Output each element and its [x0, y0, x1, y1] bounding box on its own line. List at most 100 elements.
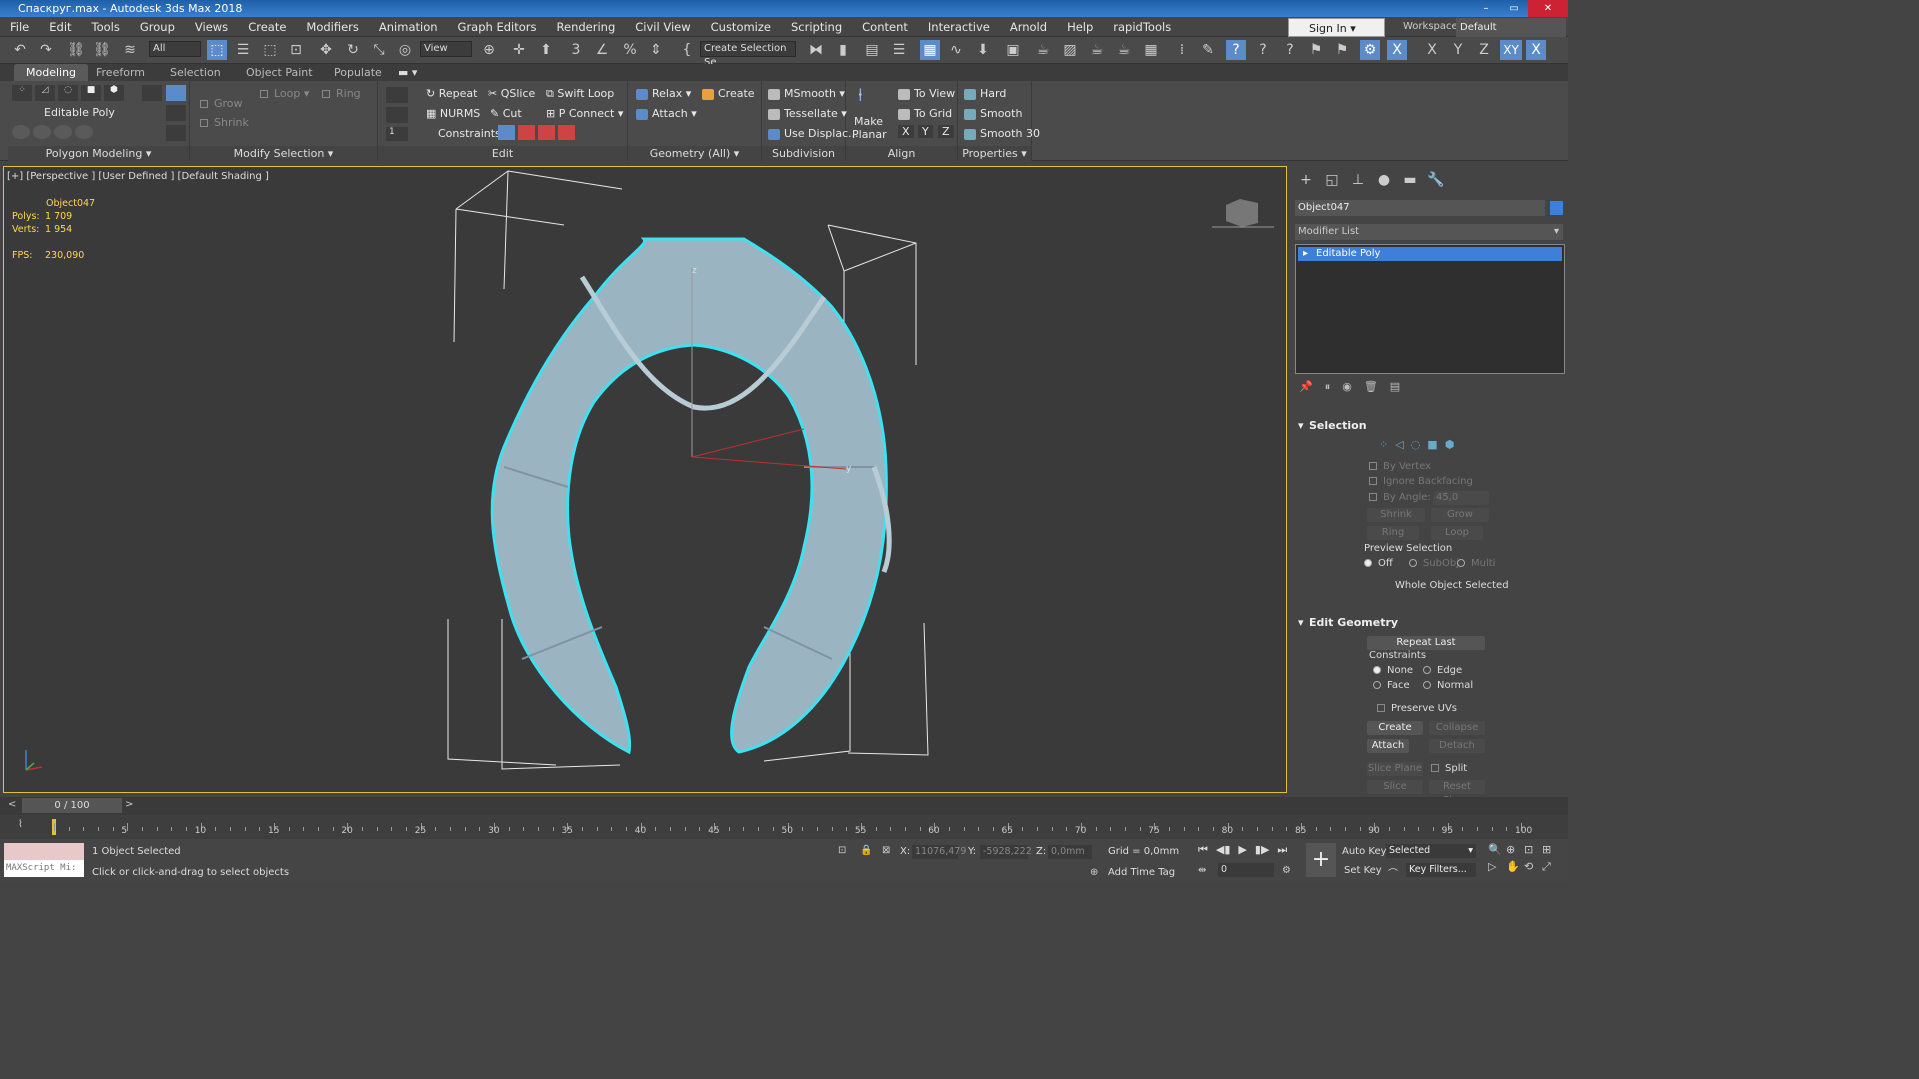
- placement-icon[interactable]: ◎: [395, 40, 415, 60]
- attach-button-panel[interactable]: Attach: [1367, 739, 1409, 753]
- tessellate-button[interactable]: Tessellate ▾: [768, 107, 847, 120]
- nurms-button[interactable]: ▦ NURMS: [426, 107, 480, 120]
- poly-tool-4-icon[interactable]: [75, 125, 93, 139]
- loop-button-panel[interactable]: Loop: [1431, 526, 1483, 540]
- align-z-button[interactable]: Z: [938, 125, 954, 138]
- default-in-out-tangents-icon[interactable]: ⌒: [1388, 865, 1398, 880]
- edit-geometry-rollout-header[interactable]: ▾ Edit Geometry: [1295, 615, 1563, 631]
- lifebuoy-object[interactable]: [490, 237, 892, 755]
- by-angle-checkbox[interactable]: By Angle:: [1369, 492, 1431, 503]
- show-end-result-icon[interactable]: ⏸: [1325, 380, 1331, 394]
- collapse-button[interactable]: Collapse: [1429, 721, 1485, 735]
- poly-tool-3-icon[interactable]: [54, 125, 72, 139]
- edge-mode-icon[interactable]: ◿: [35, 85, 55, 101]
- select-object-icon[interactable]: ⬚: [207, 40, 227, 60]
- tab-freeform[interactable]: Freeform: [96, 64, 145, 81]
- unlink-icon[interactable]: ⛓: [92, 40, 112, 60]
- attach-button[interactable]: Attach ▾: [636, 107, 697, 120]
- planar-label[interactable]: Planar: [852, 128, 887, 141]
- preserve-uvs-checkbox[interactable]: Preserve UVs: [1377, 703, 1457, 714]
- prev-frame-arrow-icon[interactable]: <: [8, 799, 16, 810]
- axis-xy-cycle-icon[interactable]: X: [1526, 40, 1546, 60]
- poly-tool-1-icon[interactable]: [12, 125, 30, 139]
- angle-snap-icon[interactable]: ∠: [592, 40, 612, 60]
- absolute-mode-icon[interactable]: ⊠: [882, 845, 890, 856]
- ribbon-options-icon[interactable]: ▬ ▾: [398, 64, 417, 81]
- axis-x-icon[interactable]: X: [1422, 40, 1442, 60]
- tab-populate[interactable]: Populate: [334, 64, 382, 81]
- element-mode-icon[interactable]: ⬢: [104, 85, 124, 101]
- scale-icon[interactable]: ⤡: [369, 40, 389, 60]
- maxscript-mini-listener[interactable]: MAXScript Mi:: [4, 860, 84, 877]
- polygon-subobject-icon[interactable]: ■: [1427, 438, 1437, 451]
- hard-button[interactable]: Hard: [964, 87, 1006, 100]
- menu-item-civil-view[interactable]: Civil View: [625, 17, 700, 37]
- configure-modifier-sets-icon[interactable]: ▤: [1390, 380, 1400, 394]
- object-color-swatch[interactable]: [1550, 201, 1563, 215]
- constraint-face-icon[interactable]: [538, 125, 555, 140]
- to-grid-button[interactable]: To Grid: [898, 107, 952, 120]
- orbit-icon[interactable]: ⟲: [1524, 860, 1542, 874]
- ignore-backfacing-checkbox[interactable]: Ignore Backfacing: [1369, 476, 1473, 487]
- maxscript-listener-output[interactable]: [4, 843, 84, 860]
- properties-footer[interactable]: Properties ▾: [958, 146, 1031, 161]
- menu-item-rendering[interactable]: Rendering: [547, 17, 626, 37]
- add-time-tag[interactable]: Add Time Tag: [1108, 867, 1175, 878]
- poly-tool-c-icon[interactable]: [166, 105, 186, 121]
- redo-icon[interactable]: ↷: [36, 40, 56, 60]
- geometry-footer[interactable]: Geometry (All) ▾: [628, 146, 761, 161]
- menu-item-create[interactable]: Create: [238, 17, 296, 37]
- tab-selection[interactable]: Selection: [170, 64, 221, 81]
- render-production-icon[interactable]: ☕: [1087, 40, 1107, 60]
- auto-key-button[interactable]: Auto Key: [1342, 846, 1387, 857]
- tab-modeling[interactable]: Modeling: [14, 64, 89, 81]
- set-key-big-icon[interactable]: +: [1306, 843, 1336, 877]
- constraint-normal-icon[interactable]: [558, 125, 575, 140]
- render-setup-icon[interactable]: ☕: [1033, 40, 1053, 60]
- edit-tool-a-icon[interactable]: [386, 87, 408, 103]
- key-filters-button[interactable]: Key Filters...: [1406, 863, 1476, 877]
- shrink-button-panel[interactable]: Shrink: [1367, 508, 1425, 522]
- selection-lock-icon[interactable]: 🔒: [860, 845, 872, 856]
- key-mode-icon[interactable]: ⇹: [1198, 865, 1206, 876]
- constraint-edge-radio[interactable]: Edge: [1423, 665, 1462, 676]
- modifier-list-dropdown[interactable]: Modifier List ▾: [1295, 224, 1563, 240]
- axis-xy-icon[interactable]: XY: [1500, 40, 1522, 60]
- material-editor-icon[interactable]: ▣: [1003, 40, 1023, 60]
- shrink-button[interactable]: Shrink: [200, 116, 249, 129]
- x-coord-field[interactable]: 11076,479: [912, 845, 966, 859]
- play-icon[interactable]: ▶: [1238, 843, 1246, 857]
- go-to-end-icon[interactable]: ⏭: [1277, 843, 1287, 857]
- stack-item-editable-poly[interactable]: ▸ Editable Poly: [1298, 247, 1562, 261]
- loop-button[interactable]: Loop ▾: [260, 87, 309, 100]
- gizmo-tool-icon[interactable]: ⚙: [1360, 40, 1380, 60]
- utilities-tab-icon[interactable]: 🔧: [1425, 172, 1447, 190]
- percent-snap-icon[interactable]: %: [620, 40, 640, 60]
- menu-item-content[interactable]: Content: [852, 17, 918, 37]
- window-crossing-icon[interactable]: ⊡: [286, 40, 306, 60]
- preview-off-radio[interactable]: Off: [1364, 558, 1393, 569]
- maximize-button[interactable]: ▭: [1500, 0, 1528, 17]
- edit-named-selection-icon[interactable]: {: [677, 40, 697, 60]
- constraint-edge-icon[interactable]: [518, 125, 535, 140]
- smooth30-button[interactable]: Smooth 30: [964, 127, 1040, 140]
- move-icon[interactable]: ✥: [316, 40, 336, 60]
- snap-tool-icon[interactable]: ⚑: [1306, 40, 1326, 60]
- grow-button-panel[interactable]: Grow: [1431, 508, 1489, 522]
- poly-tool-d-icon[interactable]: [166, 125, 186, 141]
- make-unique-icon[interactable]: ◉: [1342, 380, 1352, 394]
- next-frame-icon[interactable]: ▮▶: [1255, 843, 1270, 857]
- align-x-button[interactable]: X: [898, 125, 914, 138]
- render-activeshade-icon[interactable]: ▦: [1141, 40, 1161, 60]
- previous-frame-icon[interactable]: ◀▮: [1216, 843, 1231, 857]
- border-mode-icon[interactable]: ◌: [58, 85, 78, 101]
- menu-item-views[interactable]: Views: [185, 17, 238, 37]
- workspace-dropdown[interactable]: Default: [1456, 18, 1566, 37]
- curve-editor-mini-icon[interactable]: ⌇: [18, 819, 23, 830]
- go-to-start-icon[interactable]: ⏮: [1198, 843, 1208, 857]
- isolate-selection-icon[interactable]: ⊡: [838, 845, 846, 856]
- undo-icon[interactable]: ↶: [10, 40, 30, 60]
- axis-y-icon[interactable]: Y: [1448, 40, 1468, 60]
- named-selection-dropdown[interactable]: Create Selection Se: [700, 41, 796, 68]
- selection-filter-dropdown[interactable]: All: [149, 41, 201, 57]
